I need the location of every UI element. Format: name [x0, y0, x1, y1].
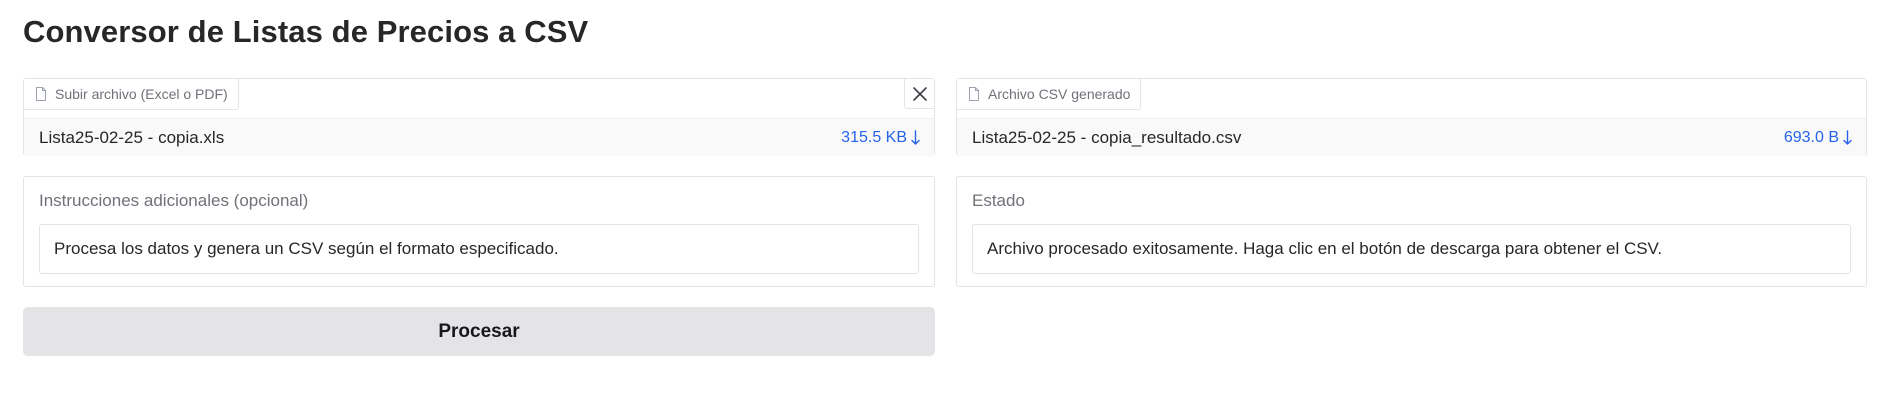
page-title: Conversor de Listas de Precios a CSV [23, 14, 589, 49]
download-arrow-icon[interactable] [911, 129, 920, 146]
uploaded-file-name: Lista25-02-25 - copia.xls [39, 127, 225, 147]
output-file-panel: Archivo CSV generado Lista25-02-25 - cop… [956, 78, 1867, 156]
output-file-download-link[interactable]: 693.0 B [1784, 129, 1852, 147]
upload-file-label: Subir archivo (Excel o PDF) [24, 79, 239, 110]
status-panel: Estado Archivo procesado exitosamente. H… [956, 176, 1867, 287]
output-file-label-text: Archivo CSV generado [988, 86, 1131, 102]
file-icon [968, 87, 980, 101]
upload-file-panel[interactable]: Subir archivo (Excel o PDF) Lista25-02-2… [23, 78, 935, 156]
status-output: Archivo procesado exitosamente. Haga cli… [972, 224, 1851, 274]
upload-file-label-text: Subir archivo (Excel o PDF) [55, 86, 228, 102]
uploaded-file-download-link[interactable]: 315.5 KB [841, 129, 920, 147]
output-file-row: Lista25-02-25 - copia_resultado.csv 693.… [957, 118, 1866, 156]
instructions-label: Instrucciones adicionales (opcional) [39, 191, 309, 210]
clear-file-button[interactable] [904, 79, 934, 109]
output-file-name: Lista25-02-25 - copia_resultado.csv [972, 127, 1242, 147]
file-icon [35, 87, 47, 101]
instructions-input[interactable]: Procesa los datos y genera un CSV según … [39, 224, 919, 274]
download-arrow-icon[interactable] [1843, 129, 1852, 146]
output-file-size[interactable]: 693.0 B [1784, 129, 1839, 147]
uploaded-file-size[interactable]: 315.5 KB [841, 129, 907, 147]
process-button[interactable]: Procesar [23, 307, 935, 356]
uploaded-file-row: Lista25-02-25 - copia.xls 315.5 KB [24, 118, 934, 156]
output-file-label: Archivo CSV generado [957, 79, 1142, 110]
instructions-panel: Instrucciones adicionales (opcional) Pro… [23, 176, 935, 287]
close-icon [912, 86, 927, 101]
status-label: Estado [972, 191, 1025, 210]
